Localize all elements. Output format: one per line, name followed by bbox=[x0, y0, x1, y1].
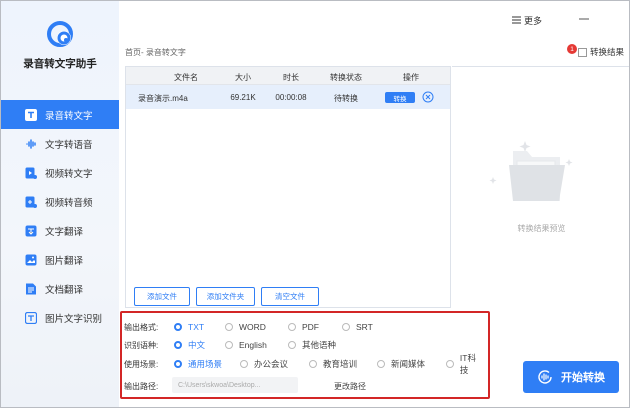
minimize-icon[interactable] bbox=[578, 13, 590, 25]
text-t-icon bbox=[25, 108, 37, 121]
language-option-chinese[interactable]: 中文 bbox=[174, 339, 205, 351]
video-play-icon bbox=[25, 167, 37, 179]
scene-option-education[interactable]: 教育培训 bbox=[309, 358, 357, 370]
result-preview-panel: 转换结果预览 bbox=[452, 66, 629, 308]
output-path-field[interactable]: C:\Users\skwoa\Desktop... bbox=[172, 377, 298, 393]
scene-option-general[interactable]: 通用场景 bbox=[174, 358, 222, 370]
column-header-name: 文件名 bbox=[174, 73, 198, 82]
result-checkbox[interactable] bbox=[578, 47, 587, 57]
scene-row: 使用场景: 通用场景 办公会议 教育培训 新闻媒体 IT科技 bbox=[124, 353, 484, 375]
sidebar: 录音转文字助手 录音转文字 文字转语音 视频转文字 视频转音频 文字翻译 图片翻… bbox=[1, 1, 119, 407]
voice-wave-icon bbox=[25, 138, 37, 150]
add-folder-button[interactable]: 添加文件夹 bbox=[196, 287, 255, 306]
scene-option-it[interactable]: IT科技 bbox=[446, 352, 484, 376]
scene-option-meeting[interactable]: 办公会议 bbox=[240, 358, 288, 370]
sidebar-item-label: 文字翻译 bbox=[45, 226, 84, 238]
sidebar-item-label: 视频转音频 bbox=[45, 197, 93, 209]
menu-icon bbox=[512, 16, 521, 26]
preview-placeholder: 转换结果预览 bbox=[517, 224, 566, 233]
sidebar-item-label: 录音转文字 bbox=[45, 110, 93, 122]
sidebar-item-label: 图片文字识别 bbox=[45, 313, 103, 325]
sidebar-item-text-to-speech[interactable]: 文字转语音 bbox=[1, 129, 119, 158]
file-duration: 00:00:08 bbox=[275, 93, 307, 102]
sidebar-item-label: 视频转文字 bbox=[45, 168, 93, 180]
sidebar-item-image-translate[interactable]: 图片翻译 bbox=[1, 245, 119, 274]
breadcrumb: 首页- 录音转文字 bbox=[125, 48, 186, 57]
remove-file-icon[interactable] bbox=[422, 91, 434, 103]
result-toggle[interactable]: 1 转换结果 bbox=[567, 44, 625, 58]
format-option-pdf[interactable]: PDF bbox=[288, 322, 319, 332]
audio-wave-icon bbox=[538, 370, 552, 384]
path-row: 输出路径: C:\Users\skwoa\Desktop... 更改路径 bbox=[124, 377, 484, 393]
table-header: 文件名 大小 时长 转换状态 操作 bbox=[126, 67, 450, 85]
sidebar-item-video-to-audio[interactable]: 视频转音频 bbox=[1, 187, 119, 216]
sidebar-nav: 录音转文字 文字转语音 视频转文字 视频转音频 文字翻译 图片翻译 文档翻译 图… bbox=[1, 100, 119, 332]
file-list-panel: 文件名 大小 时长 转换状态 操作 录音演示.m4a 69.21K 00:00:… bbox=[125, 66, 451, 308]
add-file-button[interactable]: 添加文件 bbox=[134, 287, 190, 306]
ocr-icon bbox=[25, 311, 37, 324]
sidebar-item-audio-to-text[interactable]: 录音转文字 bbox=[1, 100, 119, 129]
sidebar-item-label: 图片翻译 bbox=[45, 255, 84, 267]
format-label: 输出格式: bbox=[124, 322, 159, 332]
more-menu-button[interactable]: 更多 bbox=[512, 14, 542, 27]
column-header-size: 大小 bbox=[235, 73, 251, 82]
format-option-txt[interactable]: TXT bbox=[174, 322, 204, 332]
app-logo-icon bbox=[47, 21, 73, 47]
empty-folder-icon bbox=[489, 141, 573, 201]
file-size: 69.21K bbox=[230, 93, 256, 102]
language-option-other[interactable]: 其他语种 bbox=[288, 339, 336, 351]
file-status: 待转换 bbox=[334, 94, 358, 103]
column-header-duration: 时长 bbox=[283, 73, 299, 82]
file-name: 录音演示.m4a bbox=[138, 94, 188, 103]
app-window: 录音转文字助手 录音转文字 文字转语音 视频转文字 视频转音频 文字翻译 图片翻… bbox=[0, 0, 630, 408]
column-header-action: 操作 bbox=[403, 73, 419, 82]
table-row[interactable]: 录音演示.m4a 69.21K 00:00:08 待转换 转换 bbox=[126, 85, 450, 109]
sidebar-item-document-translate[interactable]: 文档翻译 bbox=[1, 274, 119, 303]
column-header-status: 转换状态 bbox=[330, 73, 362, 82]
language-row: 识别语种: 中文 English 其他语种 bbox=[124, 338, 484, 352]
more-label: 更多 bbox=[524, 16, 543, 26]
scene-option-media[interactable]: 新闻媒体 bbox=[377, 358, 425, 370]
video-audio-icon bbox=[25, 196, 37, 208]
path-label: 输出路径: bbox=[124, 381, 159, 391]
format-option-word[interactable]: WORD bbox=[225, 322, 266, 332]
convert-button[interactable]: 转换 bbox=[385, 92, 415, 103]
start-convert-button[interactable]: 开始转换 bbox=[523, 361, 619, 393]
format-option-srt[interactable]: SRT bbox=[342, 322, 373, 332]
clear-files-button[interactable]: 清空文件 bbox=[261, 287, 319, 306]
scene-label: 使用场景: bbox=[124, 359, 159, 369]
sidebar-item-label: 文字转语音 bbox=[45, 139, 93, 151]
options-panel: 输出格式: TXT WORD PDF SRT 识别语种: 中文 English … bbox=[120, 311, 490, 399]
sidebar-item-video-to-text[interactable]: 视频转文字 bbox=[1, 158, 119, 187]
sidebar-item-text-translate[interactable]: 文字翻译 bbox=[1, 216, 119, 245]
start-button-label: 开始转换 bbox=[561, 372, 605, 384]
document-icon bbox=[25, 283, 37, 295]
language-label: 识别语种: bbox=[124, 340, 159, 350]
change-path-button[interactable]: 更改路径 bbox=[334, 381, 366, 392]
format-row: 输出格式: TXT WORD PDF SRT bbox=[124, 320, 484, 334]
image-icon bbox=[25, 254, 37, 266]
sidebar-item-image-ocr[interactable]: 图片文字识别 bbox=[1, 303, 119, 332]
result-toggle-label: 转换结果 bbox=[590, 47, 625, 57]
notification-badge: 1 bbox=[567, 44, 577, 54]
title-bar: 更多 bbox=[119, 1, 629, 37]
app-title: 录音转文字助手 bbox=[23, 58, 97, 70]
translate-icon bbox=[25, 225, 37, 237]
language-option-english[interactable]: English bbox=[225, 340, 267, 350]
sidebar-item-label: 文档翻译 bbox=[45, 284, 84, 296]
